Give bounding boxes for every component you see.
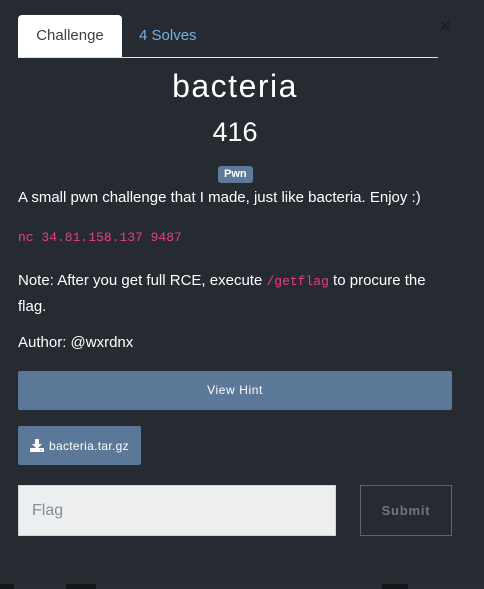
- connection-command: nc 34.81.158.137 9487: [18, 230, 182, 245]
- file-name: bacteria.tar.gz: [49, 438, 129, 453]
- download-icon: [30, 439, 44, 452]
- file-download-button[interactable]: bacteria.tar.gz: [18, 426, 141, 465]
- challenge-title: bacteria: [172, 68, 298, 104]
- submit-button[interactable]: Submit: [360, 485, 452, 536]
- flag-input[interactable]: Flag: [18, 485, 336, 536]
- challenge-note: Note: After you get full RCE, execute /g…: [18, 268, 458, 319]
- challenge-author: Author: @wxrdnx: [18, 334, 134, 351]
- challenge-description: A small pwn challenge that I made, just …: [18, 189, 421, 206]
- note-command: /getflag: [266, 274, 329, 289]
- tab-challenge[interactable]: Challenge: [18, 15, 122, 57]
- tab-challenge-label: Challenge: [36, 27, 104, 44]
- background-strip: [0, 584, 484, 589]
- view-hint-label: View Hint: [207, 383, 263, 397]
- tab-solves-label: 4 Solves: [139, 27, 197, 44]
- tab-bar: Challenge 4 Solves: [18, 15, 438, 58]
- submit-label: Submit: [381, 503, 431, 518]
- note-prefix: Note: After you get full RCE, execute: [18, 272, 267, 289]
- category-badge: Pwn: [218, 166, 253, 183]
- view-hint-button[interactable]: View Hint: [18, 371, 452, 410]
- close-icon[interactable]: ×: [436, 15, 454, 37]
- tab-solves[interactable]: 4 Solves: [139, 15, 197, 57]
- challenge-modal: Challenge 4 Solves × bacteria 416 Pwn A …: [0, 0, 484, 584]
- challenge-points: 416: [212, 117, 258, 147]
